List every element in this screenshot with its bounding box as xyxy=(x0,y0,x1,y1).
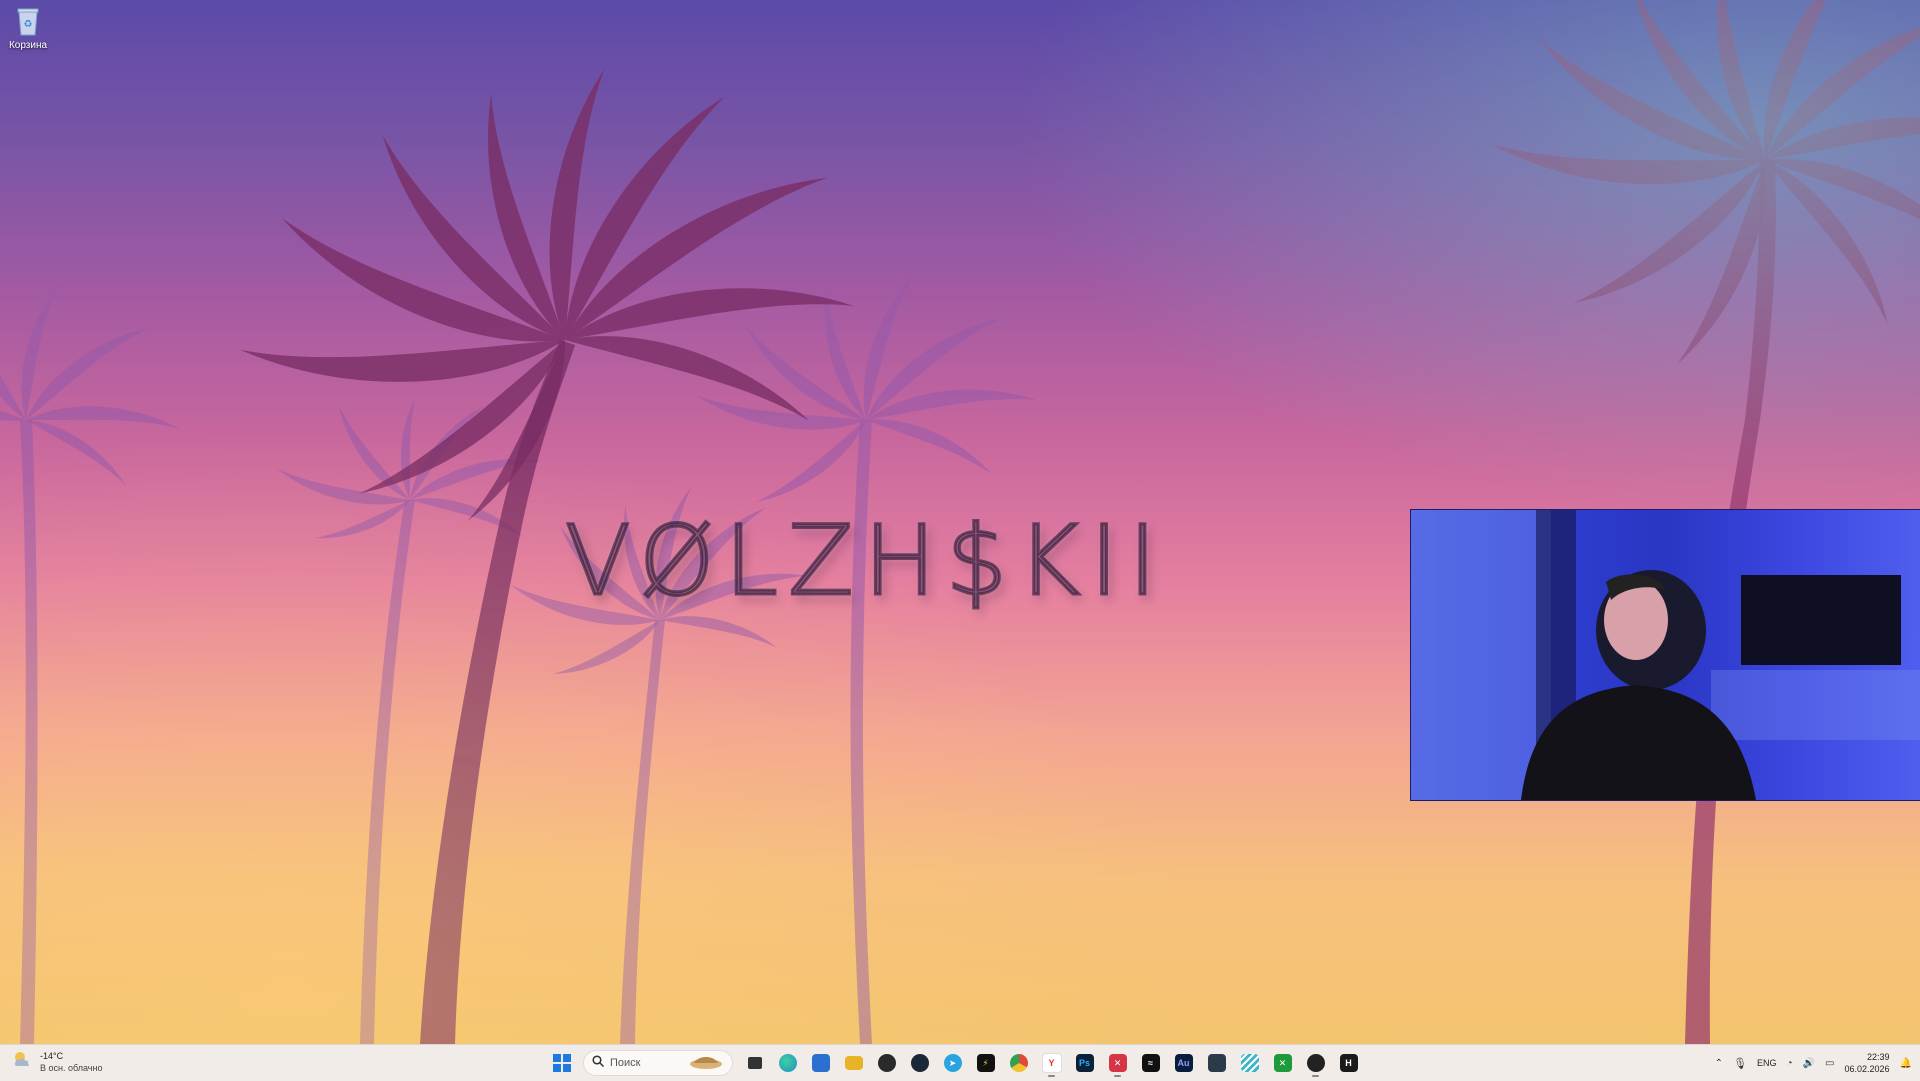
store-icon xyxy=(811,1054,830,1072)
wallpaper-logo-text: VØLZH$KII xyxy=(564,504,1167,619)
volume-icon[interactable]: 🔊 xyxy=(1803,1058,1815,1069)
task-view-icon xyxy=(747,1057,762,1069)
taskbar-app-capcut[interactable]: ≈ xyxy=(1137,1048,1164,1078)
record-icon xyxy=(1306,1054,1325,1072)
taskbar-app-audition[interactable]: Au xyxy=(1170,1048,1197,1078)
clock[interactable]: 22:39 06.02.2026 xyxy=(1845,1051,1890,1075)
taskbar-app-record[interactable] xyxy=(1302,1048,1329,1078)
svg-text:♻: ♻ xyxy=(24,19,33,30)
running-indicator xyxy=(1114,1075,1121,1077)
search-box[interactable]: Поиск xyxy=(583,1050,733,1076)
x-app-icon: ✕ xyxy=(1108,1054,1127,1072)
capcut-icon: ≈ xyxy=(1141,1054,1160,1072)
search-placeholder: Поиск xyxy=(610,1057,641,1069)
search-highlight-icon xyxy=(688,1052,724,1075)
weather-condition: В осн. облачно xyxy=(40,1062,103,1073)
taskbar-app-task-view[interactable] xyxy=(741,1048,768,1078)
clock-date: 06.02.2026 xyxy=(1844,1064,1890,1074)
taskbar-app-telegram[interactable]: ➤ xyxy=(939,1048,966,1078)
chevron-up-icon[interactable]: ⌃ xyxy=(1715,1058,1723,1069)
recycle-bin-icon: ♻ xyxy=(13,4,43,38)
desktop-icon-recycle-bin[interactable]: ♻ Корзина xyxy=(4,4,52,51)
xbox-icon: ✕ xyxy=(1273,1054,1292,1072)
taskbar-app-x[interactable]: ✕ xyxy=(1104,1048,1131,1078)
obs-icon xyxy=(877,1054,896,1072)
h-app-icon: H xyxy=(1339,1054,1358,1072)
taskbar-app-stripes[interactable] xyxy=(1236,1048,1263,1078)
taskbar-app-steam[interactable] xyxy=(906,1048,933,1078)
taskbar-app-chrome[interactable] xyxy=(1005,1048,1032,1078)
running-indicator xyxy=(1312,1075,1319,1077)
windows-start-icon xyxy=(552,1054,571,1072)
taskbar-app-photoshop[interactable]: Ps xyxy=(1071,1048,1098,1078)
start-button[interactable] xyxy=(548,1048,575,1078)
running-indicator xyxy=(1048,1075,1055,1077)
desktop-wallpaper: ♻ Корзина VØLZH$KII xyxy=(0,0,1920,1044)
taskbar-app-store[interactable] xyxy=(807,1048,834,1078)
audition-icon: Au xyxy=(1174,1054,1193,1072)
steam-icon xyxy=(910,1054,929,1072)
chrome-icon xyxy=(1009,1054,1028,1072)
taskbar-app-file-explorer[interactable] xyxy=(840,1048,867,1078)
stripes-icon xyxy=(1240,1054,1259,1072)
bolt-icon: ⚡ xyxy=(976,1054,995,1072)
taskbar-app-xbox[interactable]: ✕ xyxy=(1269,1048,1296,1078)
taskbar-app-obs[interactable] xyxy=(873,1048,900,1078)
taskbar-app-h[interactable]: H xyxy=(1335,1048,1362,1078)
photoshop-icon: Ps xyxy=(1075,1054,1094,1072)
notification-bell-icon[interactable]: 🔔 xyxy=(1900,1058,1912,1069)
search-icon xyxy=(592,1054,605,1072)
yandex-icon: Y xyxy=(1041,1053,1062,1073)
webcam-overlay xyxy=(1410,509,1920,801)
network-icon[interactable]: ◔ xyxy=(1787,1058,1793,1069)
partly-cloudy-icon xyxy=(12,1049,34,1074)
battery-icon[interactable]: ▭ xyxy=(1825,1058,1834,1069)
edge-icon xyxy=(778,1054,797,1072)
folder-icon xyxy=(844,1056,863,1070)
taskbar-app-yandex-browser[interactable]: Y xyxy=(1038,1048,1065,1078)
taskbar-app-bolt[interactable]: ⚡ xyxy=(972,1048,999,1078)
desktop-icon-label: Корзина xyxy=(8,40,48,51)
weather-widget[interactable]: -14°C В осн. облачно xyxy=(12,1049,102,1074)
taskbar: -14°C В осн. облачно Поиск ➤ ⚡ Y Ps ✕ ≈ … xyxy=(0,1044,1920,1081)
weather-temperature: -14°C xyxy=(40,1050,64,1061)
taskbar-app-davinci[interactable] xyxy=(1203,1048,1230,1078)
clock-time: 22:39 xyxy=(1867,1052,1890,1062)
telegram-icon: ➤ xyxy=(943,1054,962,1072)
taskbar-center: Поиск ➤ ⚡ Y Ps ✕ ≈ Au ✕ H xyxy=(548,1048,1362,1078)
microphone-icon[interactable]: 🎙 xyxy=(1733,1057,1747,1070)
taskbar-app-edge[interactable] xyxy=(774,1048,801,1078)
language-indicator[interactable]: ENG xyxy=(1757,1058,1777,1068)
davinci-icon xyxy=(1207,1054,1226,1072)
system-tray: ⌃ 🎙 ENG ◔ 🔊 ▭ 22:39 06.02.2026 🔔 xyxy=(1715,1048,1912,1078)
